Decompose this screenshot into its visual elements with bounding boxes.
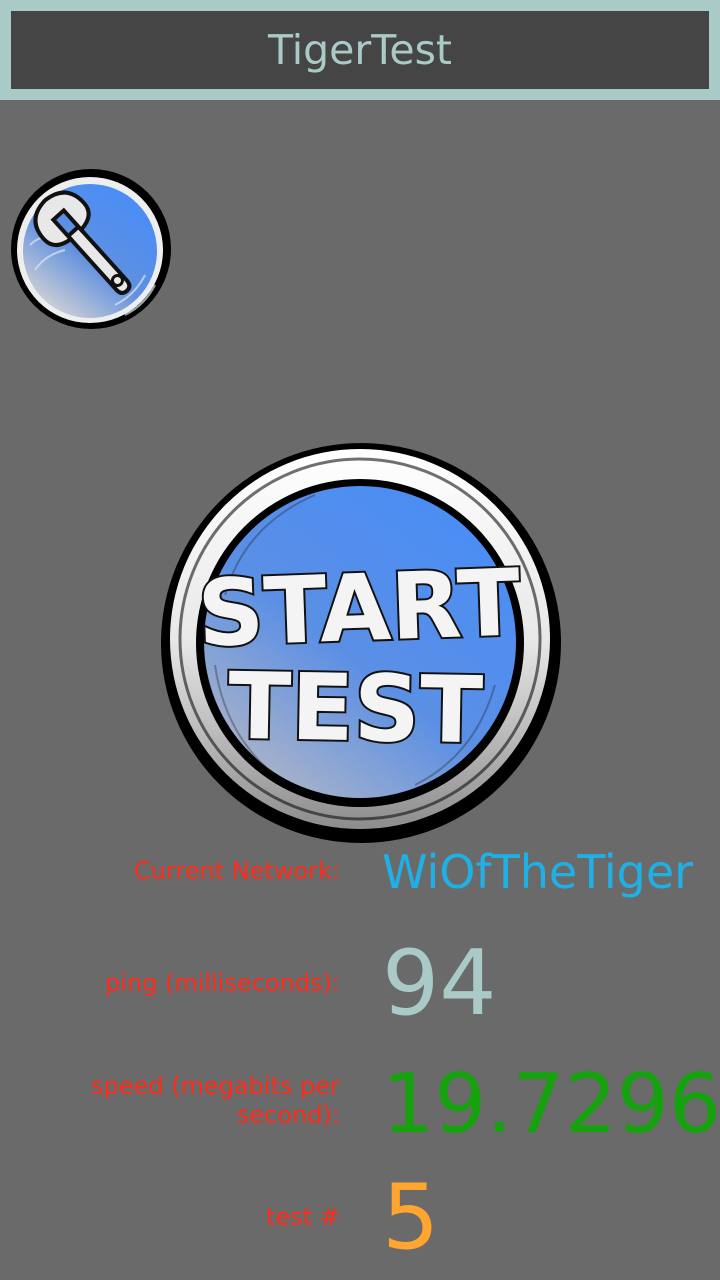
- speed-label-line2: second):: [236, 1101, 340, 1129]
- wrench-icon: [11, 169, 171, 329]
- ping-label: ping (milliseconds):: [105, 969, 340, 997]
- title-bar-inner: TigerTest: [11, 11, 709, 89]
- network-label: Current Network:: [133, 857, 340, 885]
- ping-value: 94: [382, 931, 497, 1036]
- test-number-label: test #: [266, 1203, 340, 1231]
- title-bar: TigerTest: [0, 0, 720, 100]
- speed-value: 19.7296: [382, 1057, 720, 1152]
- speed-label-line1: speed (megabits per: [91, 1072, 340, 1100]
- speed-label: speed (megabits per second):: [40, 1072, 340, 1130]
- app-title: TigerTest: [267, 26, 453, 74]
- start-label: START: [196, 549, 522, 667]
- start-test-graphic: START TEST: [161, 443, 561, 843]
- test-number-value: 5: [382, 1165, 440, 1270]
- settings-button[interactable]: [5, 165, 175, 335]
- network-value: WiOfTheTiger: [382, 845, 694, 899]
- test-label: TEST: [227, 653, 484, 764]
- start-test-button[interactable]: START TEST: [155, 435, 565, 845]
